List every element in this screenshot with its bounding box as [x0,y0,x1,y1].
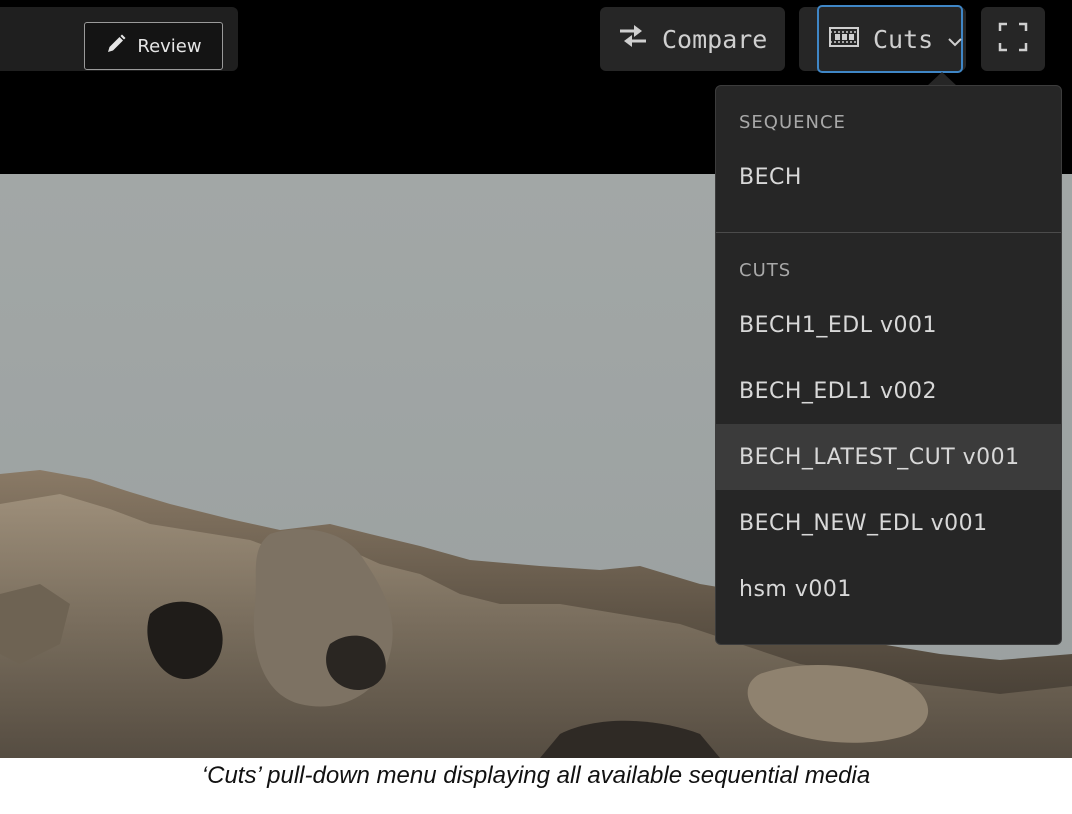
cuts-button-container: Cuts [799,5,966,73]
film-strip-icon [829,25,859,54]
menu-item-cut[interactable]: hsm v001 [716,556,1061,622]
fullscreen-icon [997,21,1029,57]
cuts-dropdown-button[interactable]: Cuts [817,5,963,73]
menu-item-cut[interactable]: BECH_NEW_EDL v001 [716,490,1061,556]
menu-item-cut[interactable]: BECH_EDL1 v002 [716,358,1061,424]
sequence-section-header: SEQUENCE [739,112,846,133]
chevron-down-icon [947,25,963,54]
cuts-dropdown-menu: SEQUENCE BECH CUTS BECH1_EDL v001 BECH_E… [715,85,1062,645]
fullscreen-button[interactable] [981,7,1045,71]
menu-item-cut-highlighted[interactable]: BECH_LATEST_CUT v001 [716,424,1061,490]
menu-pointer [927,72,957,86]
review-button[interactable]: Review [84,22,223,70]
review-label: Review [137,35,202,57]
compare-label: Compare [662,24,768,54]
cuts-section-header: CUTS [739,260,792,281]
pencil-icon [105,33,127,60]
menu-item-cut[interactable]: BECH1_EDL v001 [716,292,1061,358]
menu-item-sequence-bech[interactable]: BECH [716,144,1061,210]
menu-divider [716,232,1061,233]
figure-caption: ‘Cuts’ pull-down menu displaying all ava… [201,762,871,789]
swap-arrows-icon [618,22,648,56]
compare-button[interactable]: Compare [600,7,785,71]
cuts-label: Cuts [873,24,934,54]
left-toolbar-group: Review [0,7,238,71]
